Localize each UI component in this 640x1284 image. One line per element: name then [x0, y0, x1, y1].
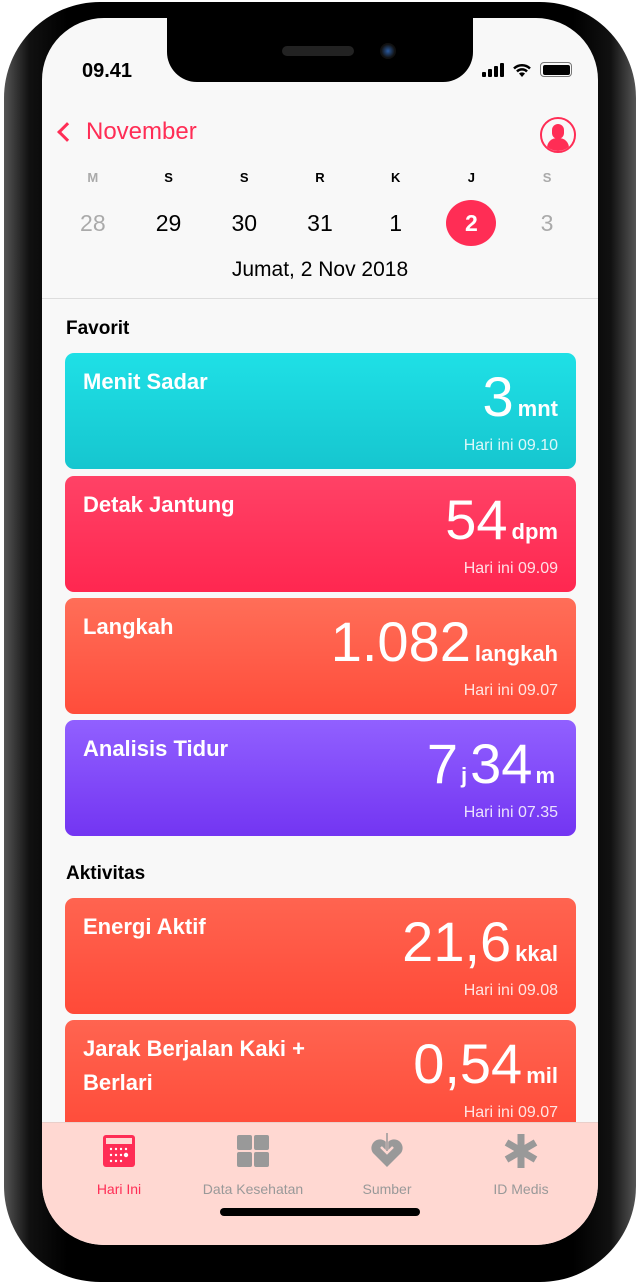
day-2[interactable]: J2 [441, 170, 501, 246]
card-time: Hari ini 09.07 [463, 1104, 558, 1121]
profile-icon[interactable] [540, 117, 576, 153]
card-walking-running-distance[interactable]: Jarak Berjalan Kaki + Berlari 0,54 mil Ha… [65, 1020, 576, 1136]
day-30[interactable]: S 30 [214, 170, 274, 246]
card-value: 54 dpm [445, 488, 558, 551]
card-value: 0,54 mil [413, 1032, 558, 1095]
card-steps[interactable]: Langkah 1.082 langkah Hari ini 09.07 [65, 598, 576, 714]
status-time: 09.41 [82, 60, 133, 82]
back-button[interactable]: November [54, 118, 197, 146]
card-title: Detak Jantung [83, 492, 235, 517]
month-label: November [86, 118, 197, 145]
day-number: 31 [307, 210, 333, 236]
card-title: Langkah [83, 614, 174, 639]
card-heart-rate[interactable]: Detak Jantung 54 dpm Hari ini 09.09 [65, 476, 576, 592]
card-time: Hari ini 07.35 [463, 804, 558, 821]
home-indicator[interactable] [220, 1208, 420, 1216]
wifi-icon [513, 64, 531, 77]
card-time: Hari ini 09.07 [463, 682, 558, 699]
card-title: Jarak Berjalan Kaki + Berlari [83, 1036, 305, 1095]
signal-icon [482, 63, 504, 77]
weekday-letter: K [390, 170, 401, 185]
day-number: 1 [389, 210, 403, 236]
card-active-energy[interactable]: Energi Aktif 21,6 kkal Hari ini 09.08 [65, 898, 576, 1014]
section-activity: Aktivitas [66, 863, 146, 884]
grid-icon [235, 1133, 271, 1169]
day-31[interactable]: R 31 [290, 170, 350, 246]
screen: 09.41 November M 28 S 29 S 30 R 31 K 1 J 2 S 3 Jumat,… [42, 18, 598, 1245]
day-number: 3 [540, 210, 554, 236]
weekday-letter: S [542, 170, 552, 185]
asterisk-icon [503, 1133, 539, 1169]
card-time: Hari ini 09.09 [463, 560, 558, 577]
calendar-icon [101, 1133, 137, 1169]
tab-label: Sumber [362, 1181, 412, 1197]
day-number: 28 [80, 210, 106, 236]
weekday-letter: M [87, 170, 99, 185]
card-title: Menit Sadar [83, 369, 208, 394]
tab-label: Data Kesehatan [202, 1181, 304, 1197]
day-28[interactable]: M 28 [63, 170, 123, 246]
card-time: Hari ini 09.08 [463, 982, 558, 999]
tab-medical-id[interactable]: ID Medis [456, 1123, 586, 1245]
week-strip: M 28 S 29 S 30 R 31 K 1 J 2 S 3 [42, 170, 598, 246]
battery-icon [540, 62, 572, 77]
notch [167, 18, 473, 82]
card-title: Energi Aktif [83, 914, 206, 939]
section-favorites: Favorit [66, 318, 130, 339]
tab-health-data[interactable]: Data Kesehatan [188, 1123, 318, 1245]
weekday-letter: S [239, 170, 249, 185]
tab-label: ID Medis [493, 1181, 549, 1197]
divider [42, 298, 598, 299]
tab-label: Hari Ini [96, 1181, 142, 1197]
day-1[interactable]: K1 [366, 170, 426, 246]
card-value: 1.082 langkah [330, 610, 558, 673]
tab-bar: Hari Ini Data Kesehatan Sumber ID Medis [42, 1122, 598, 1245]
camera [380, 43, 396, 59]
tab-today[interactable]: Hari Ini [54, 1123, 184, 1245]
card-time: Hari ini 09.10 [463, 437, 558, 454]
day-number: 30 [231, 210, 258, 236]
weekday-letter: J [467, 170, 475, 185]
weekday-letter: R [315, 170, 325, 185]
day-3[interactable]: S3 [517, 170, 577, 246]
card-value: 3 mnt [482, 365, 558, 428]
chevron-left-icon [57, 122, 77, 142]
tab-sources[interactable]: Sumber [322, 1123, 452, 1245]
heart-download-icon [369, 1133, 405, 1169]
card-value: 21,6 kkal [402, 910, 558, 973]
day-number: 2 [446, 200, 497, 246]
card-title: Analisis Tidur [83, 736, 229, 761]
status-icons [482, 62, 572, 77]
weekday-letter: S [164, 170, 173, 185]
day-number: 29 [155, 210, 182, 236]
day-29[interactable]: S 29 [139, 170, 199, 246]
selected-date: Jumat, 2 Nov 2018 [231, 258, 409, 281]
card-sleep-analysis[interactable]: Analisis Tidur 7 j34 m Hari ini 07.35 [65, 720, 576, 836]
speaker [282, 46, 354, 56]
card-mindful-minutes[interactable]: Menit Sadar 3 mnt Hari ini 09.10 [65, 353, 576, 469]
card-value: 7 j34 m [426, 732, 555, 795]
